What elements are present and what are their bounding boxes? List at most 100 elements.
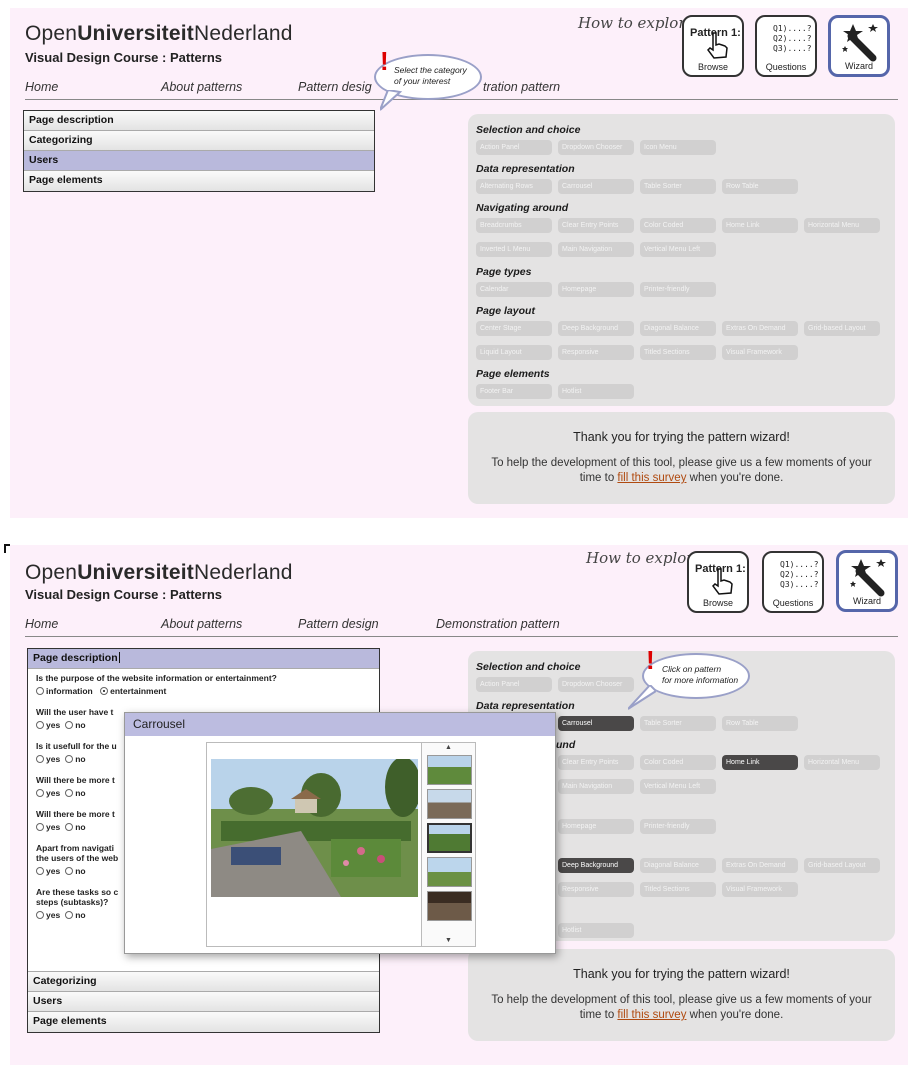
survey-link[interactable]: fill this survey bbox=[617, 1009, 686, 1021]
radio-option[interactable]: information bbox=[36, 686, 93, 696]
nav-home[interactable]: Home bbox=[25, 617, 58, 631]
nav-demonstration-pattern[interactable]: Demonstration pattern bbox=[436, 617, 560, 631]
pattern-tag[interactable]: Horizontal Menu bbox=[804, 755, 880, 770]
pattern-tag[interactable]: Vertical Menu Left bbox=[640, 242, 716, 257]
radio-button[interactable] bbox=[36, 867, 44, 875]
nav-about-patterns[interactable]: About patterns bbox=[161, 80, 242, 94]
radio-button[interactable] bbox=[65, 823, 74, 831]
pattern-tag[interactable]: Carrousel bbox=[558, 179, 634, 194]
radio-button[interactable] bbox=[36, 823, 44, 831]
category-users[interactable]: Users bbox=[24, 151, 374, 171]
category-page-description[interactable]: Page description bbox=[28, 649, 379, 669]
pattern-tag[interactable]: Liquid Layout bbox=[476, 345, 552, 360]
pattern-tag[interactable]: Main Navigation bbox=[558, 242, 634, 257]
pattern-tag[interactable]: Action Panel bbox=[476, 140, 552, 155]
pattern-tag[interactable]: Calendar bbox=[476, 282, 552, 297]
radio-button[interactable] bbox=[36, 755, 44, 763]
pattern-tag[interactable]: Printer-friendly bbox=[640, 819, 716, 834]
pattern-tag-selected[interactable]: Carrousel bbox=[558, 716, 634, 731]
radio-button[interactable] bbox=[65, 911, 74, 919]
question-text: Is the purpose of the website informatio… bbox=[36, 673, 277, 683]
pattern-tag[interactable]: Horizontal Menu bbox=[804, 218, 880, 233]
pattern-tag[interactable]: Grid-based Layout bbox=[804, 858, 880, 873]
pattern-tag[interactable]: Color Coded bbox=[640, 755, 716, 770]
nav-home[interactable]: Home bbox=[25, 80, 58, 94]
radio-button[interactable] bbox=[65, 755, 74, 763]
thumbnail-selected[interactable] bbox=[427, 823, 472, 853]
questions-mode-button[interactable]: Q1)....? Q2)....? Q3)....? Questions bbox=[762, 551, 824, 613]
nav-pattern-design[interactable]: Pattern design bbox=[298, 617, 379, 631]
pattern-tag[interactable]: Home Link bbox=[722, 218, 798, 233]
radio-option[interactable]: entertainment bbox=[100, 686, 166, 696]
nav-demonstration-pattern[interactable]: tration pattern bbox=[483, 80, 560, 94]
category-page-description[interactable]: Page description bbox=[24, 111, 374, 131]
pattern-tag[interactable]: Homepage bbox=[558, 819, 634, 834]
radio-button[interactable] bbox=[36, 721, 44, 729]
pattern-tag[interactable]: Inverted L Menu bbox=[476, 242, 552, 257]
radio-button[interactable] bbox=[65, 721, 74, 729]
pattern-tag[interactable]: Visual Framework bbox=[722, 345, 798, 360]
nav-pattern-design[interactable]: Pattern desig bbox=[298, 80, 372, 94]
radio-button[interactable] bbox=[36, 911, 44, 919]
pattern-tag[interactable]: Dropdown Chooser bbox=[558, 677, 634, 692]
pattern-tag[interactable]: Hotlist bbox=[558, 923, 634, 938]
pattern-tag[interactable]: Clear Entry Points bbox=[558, 755, 634, 770]
pattern-tag[interactable]: Deep Background bbox=[558, 321, 634, 336]
pattern-tag[interactable]: Breadcrumbs bbox=[476, 218, 552, 233]
scroll-up-icon[interactable]: ▲ bbox=[422, 743, 475, 753]
pattern-tag[interactable]: Color Coded bbox=[640, 218, 716, 233]
nav-about-patterns[interactable]: About patterns bbox=[161, 617, 242, 631]
pattern-tag[interactable]: Visual Framework bbox=[722, 882, 798, 897]
pattern-tag[interactable]: Extras On Demand bbox=[722, 858, 798, 873]
pattern-tag[interactable]: Grid-based Layout bbox=[804, 321, 880, 336]
radio-button-checked[interactable] bbox=[100, 687, 109, 695]
pattern-tag[interactable]: Table Sorter bbox=[640, 179, 716, 194]
pattern-tag[interactable]: Dropdown Chooser bbox=[558, 140, 634, 155]
category-users[interactable]: Users bbox=[28, 992, 379, 1012]
pattern-tag[interactable]: Titled Sections bbox=[640, 345, 716, 360]
pattern-tag[interactable]: Printer-friendly bbox=[640, 282, 716, 297]
thumbnail[interactable] bbox=[427, 789, 472, 819]
pattern-tag-selected[interactable]: Deep Background bbox=[558, 858, 634, 873]
section-data: Data representation bbox=[476, 700, 575, 712]
pattern-tag[interactable]: Responsive bbox=[558, 882, 634, 897]
pattern-tag[interactable]: Icon Menu bbox=[640, 140, 716, 155]
scroll-down-icon[interactable]: ▼ bbox=[422, 936, 475, 946]
radio-button[interactable] bbox=[36, 687, 44, 695]
carrousel-thumbnails[interactable]: ▲ ▼ bbox=[421, 742, 476, 947]
pattern-tag[interactable]: Table Sorter bbox=[640, 716, 716, 731]
pattern-tag[interactable]: Footer Bar bbox=[476, 384, 552, 399]
pattern-tag[interactable]: Titled Sections bbox=[640, 882, 716, 897]
pattern-tag[interactable]: Center Stage bbox=[476, 321, 552, 336]
category-page-elements[interactable]: Page elements bbox=[28, 1012, 379, 1032]
browse-mode-button[interactable]: Pattern 1: Browse bbox=[682, 15, 744, 77]
pattern-tag-selected[interactable]: Home Link bbox=[722, 755, 798, 770]
category-categorizing[interactable]: Categorizing bbox=[28, 972, 379, 992]
thumbnail[interactable] bbox=[427, 755, 472, 785]
pattern-tag[interactable]: Homepage bbox=[558, 282, 634, 297]
radio-button[interactable] bbox=[65, 789, 74, 797]
browse-mode-button[interactable]: Pattern 1: Browse bbox=[687, 551, 749, 613]
pattern-tag[interactable]: Alternating Rows bbox=[476, 179, 552, 194]
survey-link[interactable]: fill this survey bbox=[617, 472, 686, 484]
thumbnail[interactable] bbox=[427, 857, 472, 887]
category-categorizing[interactable]: Categorizing bbox=[24, 131, 374, 151]
radio-button[interactable] bbox=[36, 789, 44, 797]
questions-mode-button[interactable]: Q1)....? Q2)....? Q3)....? Questions bbox=[755, 15, 817, 77]
wizard-mode-button[interactable]: Wizard bbox=[828, 15, 890, 77]
pattern-tag[interactable]: Vertical Menu Left bbox=[640, 779, 716, 794]
pattern-tag[interactable]: Diagonal Balance bbox=[640, 858, 716, 873]
pattern-tag[interactable]: Hotlist bbox=[558, 384, 634, 399]
pattern-tag[interactable]: Clear Entry Points bbox=[558, 218, 634, 233]
pattern-tag[interactable]: Row Table bbox=[722, 179, 798, 194]
pattern-tag[interactable]: Action Panel bbox=[476, 677, 552, 692]
pattern-tag[interactable]: Extras On Demand bbox=[722, 321, 798, 336]
wizard-mode-button[interactable]: Wizard bbox=[836, 550, 898, 612]
category-page-elements[interactable]: Page elements bbox=[24, 171, 374, 191]
radio-button[interactable] bbox=[65, 867, 74, 875]
thumbnail[interactable] bbox=[427, 891, 472, 921]
pattern-tag[interactable]: Row Table bbox=[722, 716, 798, 731]
pattern-tag[interactable]: Responsive bbox=[558, 345, 634, 360]
pattern-tag[interactable]: Main Navigation bbox=[558, 779, 634, 794]
pattern-tag[interactable]: Diagonal Balance bbox=[640, 321, 716, 336]
